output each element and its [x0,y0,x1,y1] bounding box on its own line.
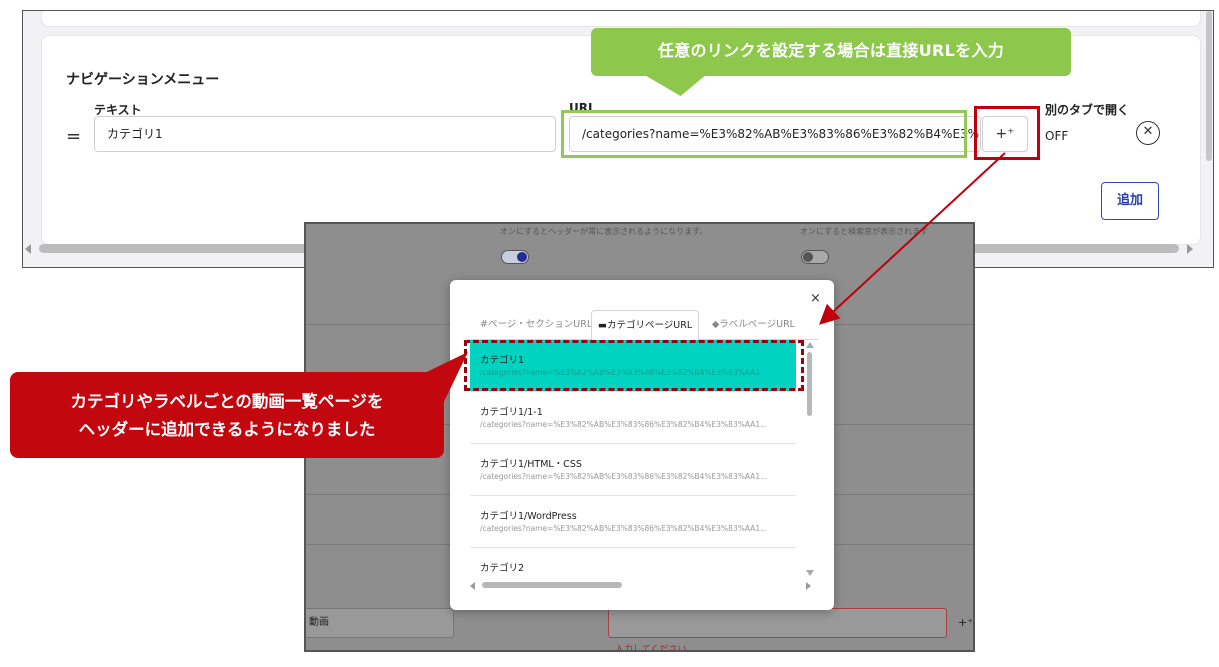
list-item[interactable]: カテゴリ1/WordPress /categories?name=%E3%82%… [470,496,796,548]
green-callout: 任意のリンクを設定する場合は直接URLを入力 [591,28,1071,76]
red-callout-line2: ヘッダーに追加できるようになりました [78,420,376,439]
list-item[interactable]: カテゴリ2 [470,548,796,580]
item-name: カテゴリ1/HTML・CSS [480,459,582,470]
sparkle-icon[interactable]: +⁺ [958,616,973,629]
scroll-up-icon[interactable] [806,342,814,348]
tab-category-url[interactable]: ▬カテゴリページURL [591,310,700,341]
red-callout-line1: カテゴリやラベルごとの動画一覧ページを [70,392,384,411]
modal-tabs: #ページ・セクションURL ▬カテゴリページURL ◆ラベルページURL [468,310,818,341]
modal-vertical-scrollbar[interactable] [805,342,815,578]
close-icon[interactable]: × [810,291,821,306]
list-item[interactable]: カテゴリ1/HTML・CSS /categories?name=%E3%82%A… [470,444,796,496]
list-item[interactable]: カテゴリ1/1-1 /categories?name=%E3%82%AB%E3%… [470,392,796,444]
error-message: 入力してください。 [615,645,696,652]
toggle-knob [803,252,813,262]
item-url: /categories?name=%E3%82%AB%E3%83%86%E3%8… [480,472,768,481]
tab-label-url[interactable]: ◆ラベルページURL [706,310,801,340]
scroll-down-icon[interactable] [806,570,814,576]
menu-text-input[interactable]: カテゴリ1 [94,116,556,152]
url-input-highlight [561,110,967,158]
new-tab-value[interactable]: OFF [1045,129,1068,143]
scroll-left-icon[interactable] [470,582,475,590]
sticky-header-toggle[interactable] [501,250,529,264]
modal-horizontal-scrollbar[interactable] [470,580,814,592]
previous-card [41,11,1201,27]
toggle-knob [517,252,527,262]
add-button[interactable]: 追加 [1101,182,1159,220]
picker-button-highlight [974,106,1040,160]
scroll-left-icon[interactable] [25,244,31,254]
item-url: /categories?name=%E3%82%AB%E3%83%86%E3%8… [480,524,768,533]
url-picker-modal: × #ページ・セクションURL ▬カテゴリページURL ◆ラベルページURL カ… [450,280,834,610]
tab-section-url[interactable]: #ページ・セクションURL [474,310,598,340]
search-box-toggle[interactable] [801,250,829,264]
scroll-right-icon[interactable] [806,582,811,590]
sticky-header-hint: オンにするとヘッダーが常に表示されるようになります。 [500,227,708,236]
item-name: カテゴリ1/1-1 [480,407,543,418]
selected-item-highlight [464,340,804,391]
scroll-right-icon[interactable] [1187,244,1193,254]
scrollbar-thumb[interactable] [482,582,622,588]
new-tab-column-label: 別のタブで開く [1045,103,1130,117]
nav-menu-title: ナビゲーションメニュー [66,72,220,88]
video-text-field[interactable]: 動画 [306,608,454,638]
item-name: カテゴリ2 [480,563,525,574]
search-box-hint: オンにすると検索窓が表示されます [800,227,929,236]
close-icon: ✕ [1142,124,1154,139]
red-callout: カテゴリやラベルごとの動画一覧ページを ヘッダーに追加できるようになりました [10,372,444,458]
item-url: /categories?name=%E3%82%AB%E3%83%86%E3%8… [480,420,768,429]
drag-handle-icon[interactable]: = [66,126,81,147]
remove-row-button[interactable]: ✕ [1136,121,1160,145]
item-name: カテゴリ1/WordPress [480,511,577,522]
scrollbar-thumb[interactable] [807,352,812,416]
vertical-scrollbar-thumb[interactable] [1206,11,1212,161]
video-url-field[interactable] [608,608,947,638]
